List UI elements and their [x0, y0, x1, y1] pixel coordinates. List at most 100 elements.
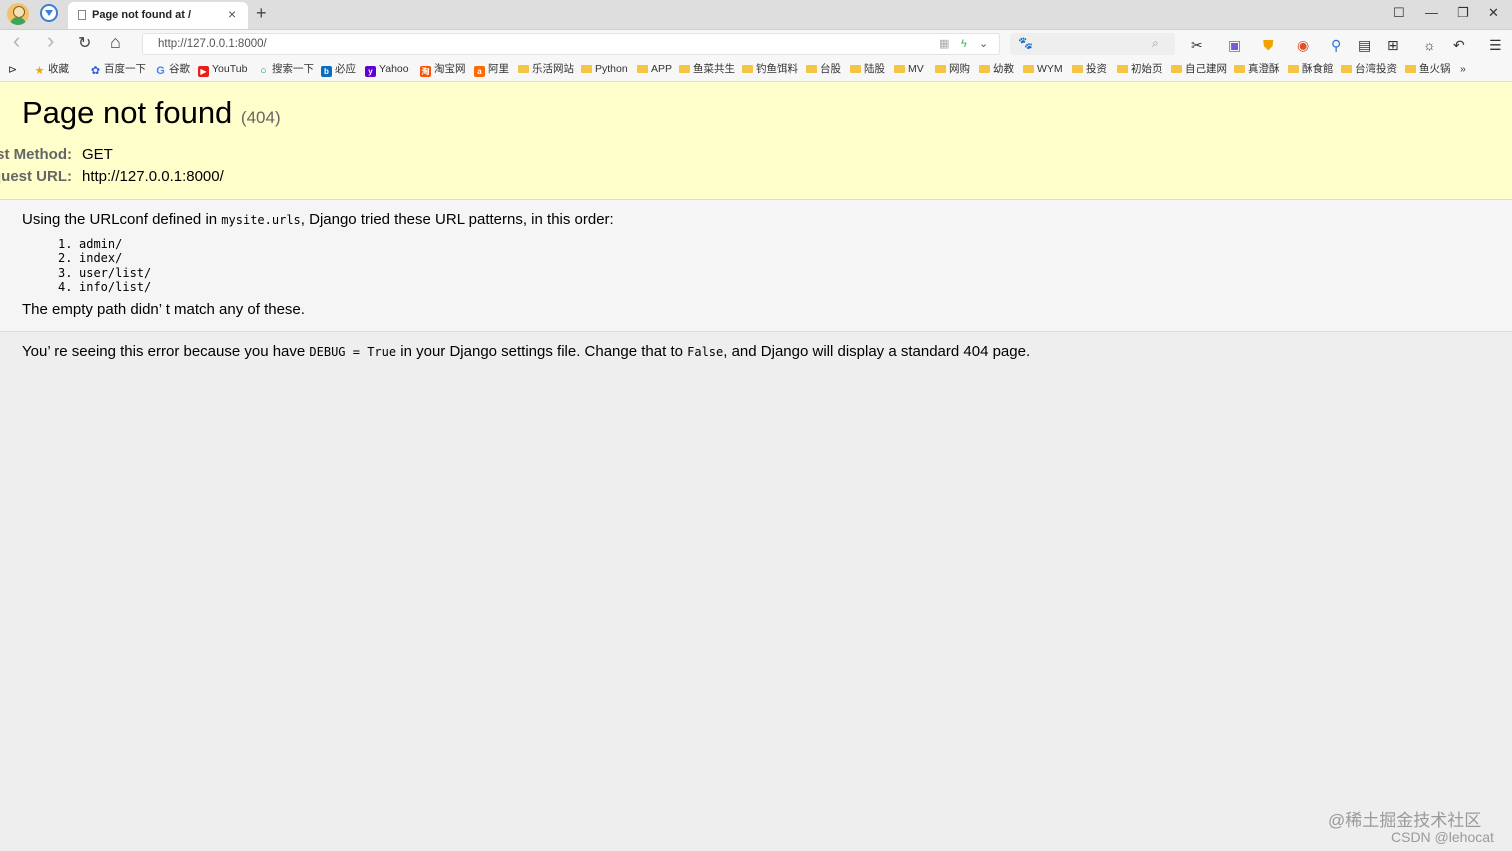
back-button[interactable]: ‹ [13, 30, 20, 52]
bookmark-item[interactable]: 鱼菜共生 [679, 63, 735, 76]
bookmark-item[interactable]: Python [581, 63, 628, 76]
bookmark-label: 阿里 [488, 63, 509, 75]
new-tab-button[interactable]: + [256, 3, 267, 23]
baidu-paw-icon[interactable]: 🐾 [1018, 36, 1033, 50]
menu-icon[interactable]: ☰ [1489, 37, 1502, 53]
request-url-label: Request URL: [0, 168, 72, 185]
bookmark-item[interactable]: 网购 [935, 63, 970, 76]
tab-bar: Page not found at / × + ☐ — ❐ ✕ [0, 0, 1512, 30]
translate-icon[interactable]: ▣ [1228, 37, 1241, 53]
bookmark-item[interactable]: 初始页 [1117, 63, 1163, 76]
bookmark-item[interactable]: a 阿里 [474, 63, 509, 77]
bookmark-label: 百度一下 [104, 63, 146, 75]
sidebar-icon[interactable]: ▤ [1358, 37, 1371, 53]
reload-button[interactable]: ↻ [78, 34, 91, 54]
taobao-icon: 淘 [420, 66, 431, 77]
address-bar[interactable]: http://127.0.0.1:8000/ ▦ ϟ ⌄ [142, 33, 1000, 55]
bookmark-item[interactable]: y Yahoo [365, 63, 409, 77]
bookmark-item[interactable]: 乐活网站 [518, 63, 574, 76]
bookmark-item[interactable]: 鱼火锅 [1405, 63, 1451, 76]
bookmark-label: 搜索一下 [272, 63, 314, 75]
folder-icon [1288, 65, 1299, 73]
close-window-button[interactable]: ✕ [1488, 4, 1499, 22]
bookmark-label: 网购 [949, 63, 970, 75]
folder-icon [742, 65, 753, 73]
page-title: Page not found (404) [22, 95, 281, 131]
yahoo-icon: y [365, 66, 376, 77]
bookmark-item[interactable]: ▶ YouTub [198, 63, 247, 77]
urlconf-name: mysite.urls [221, 213, 301, 227]
bookmark-item[interactable]: 台湾投资 [1341, 63, 1397, 76]
window-menu-button[interactable]: ☐ [1393, 4, 1405, 22]
qr-code-icon[interactable]: ▦ [939, 37, 949, 51]
request-url-value: http://127.0.0.1:8000/ [82, 168, 224, 185]
gamepad-icon[interactable]: ◉ [1297, 37, 1309, 53]
folder-icon [637, 65, 648, 73]
bookmark-label: 鱼火锅 [1419, 63, 1451, 75]
magnifier-icon[interactable]: ⚲ [1331, 37, 1341, 53]
restore-button[interactable]: ❐ [1457, 4, 1469, 22]
bookmark-item[interactable]: ○ 搜索一下 [258, 63, 314, 77]
tab-title: Page not found at / [92, 9, 191, 21]
bookmark-item[interactable]: ★ 收藏 [34, 63, 69, 77]
bookmark-item[interactable]: 酥食館 [1288, 63, 1334, 76]
no-match-text: The empty path didn’ t match any of thes… [22, 301, 305, 318]
bookmark-item[interactable]: MV [894, 63, 924, 76]
debug-explanation: You’ re seeing this error because you ha… [22, 343, 1030, 360]
user-avatar[interactable] [7, 3, 29, 25]
bookmark-item[interactable]: 幼教 [979, 63, 1014, 76]
star-icon: ★ [34, 65, 45, 77]
bookmark-label: 真澄酥 [1248, 63, 1280, 75]
brightness-icon[interactable]: ☼ [1423, 37, 1436, 53]
apps-grid-icon[interactable]: ⊞ [1387, 37, 1399, 53]
tab-active[interactable]: Page not found at / × [68, 2, 248, 29]
shield-icon[interactable]: ⛊ [1263, 37, 1274, 53]
minimize-button[interactable]: — [1425, 4, 1438, 22]
bookmark-item[interactable]: b 必应 [321, 63, 356, 77]
baidu-icon: ✿ [90, 65, 101, 77]
bookmark-label: 陆股 [864, 63, 885, 75]
page-title-text: Page not found [22, 95, 233, 130]
scissors-icon[interactable]: ✂ [1191, 37, 1203, 53]
false-value: False [687, 345, 724, 359]
bookmark-item[interactable]: WYM [1023, 63, 1063, 76]
bookmark-item[interactable]: ✿ 百度一下 [90, 63, 146, 77]
search-box[interactable]: 🐾 ⌕ [1010, 33, 1175, 55]
pattern-path: info/list/ [79, 279, 152, 294]
bookmarks-expand-icon[interactable]: ⊳ [8, 63, 17, 76]
tab-close-icon[interactable]: × [228, 7, 236, 21]
bookmark-item[interactable]: 投资 [1072, 63, 1107, 76]
google-icon: G [156, 65, 165, 77]
bookmark-item[interactable]: G 谷歌 [155, 63, 190, 77]
forward-button[interactable]: › [47, 30, 54, 52]
undo-icon[interactable]: ↶ [1453, 37, 1465, 53]
bookmark-item[interactable]: APP [637, 63, 672, 76]
page-icon [78, 10, 86, 20]
lightning-icon[interactable]: ϟ [961, 37, 967, 51]
bookmark-item[interactable]: 自己建网 [1171, 63, 1227, 76]
bookmark-item[interactable]: 真澄酥 [1234, 63, 1280, 76]
pattern-number: 3. [58, 265, 73, 280]
explain-text-1: You’ re seeing this error because you ha… [22, 343, 310, 360]
search-icon: ○ [260, 65, 267, 77]
bookmark-label: 淘宝网 [434, 63, 466, 75]
bing-icon: b [321, 66, 332, 77]
bookmark-item[interactable]: 陆股 [850, 63, 885, 76]
address-bar-url[interactable]: http://127.0.0.1:8000/ [158, 38, 267, 50]
url-pattern-item: 4. info/list/ [58, 280, 151, 294]
explain-text-2: in your Django settings file. Change tha… [396, 343, 688, 360]
browser-extension-icon[interactable] [40, 4, 58, 22]
bookmark-label: 台股 [820, 63, 841, 75]
bookmark-label: Python [595, 63, 628, 75]
bookmark-item[interactable]: 台股 [806, 63, 841, 76]
home-button[interactable]: ⌂ [110, 32, 121, 52]
bookmarks-more-button[interactable]: » [1460, 63, 1466, 76]
search-icon[interactable]: ⌕ [1152, 36, 1159, 51]
bookmark-label: WYM [1037, 63, 1063, 75]
bookmark-item[interactable]: 钓鱼饵料 [742, 63, 798, 76]
bookmark-label: YouTub [212, 63, 248, 75]
navigation-bar: ‹ › ↻ ⌂ http://127.0.0.1:8000/ ▦ ϟ ⌄ 🐾 ⌕… [0, 30, 1512, 59]
bookmark-label: 幼教 [993, 63, 1014, 75]
chevron-down-icon[interactable]: ⌄ [979, 37, 988, 51]
bookmark-item[interactable]: 淘淘宝网 [420, 63, 466, 77]
